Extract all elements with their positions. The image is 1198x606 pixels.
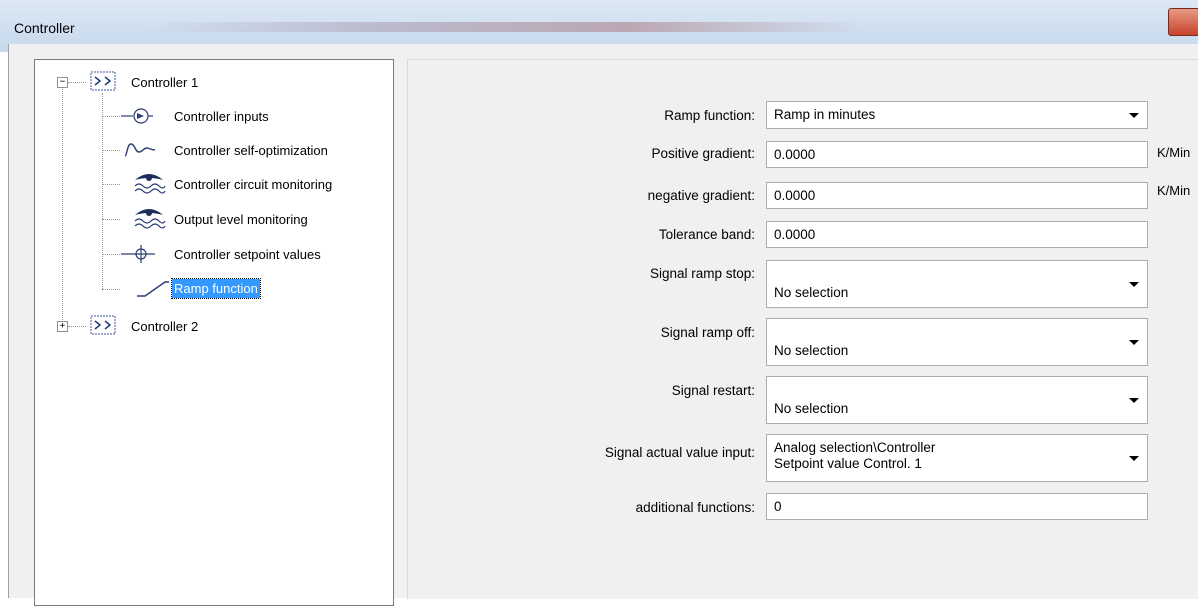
controller-icon <box>90 71 116 91</box>
positive-gradient-value: 0.0000 <box>774 147 816 162</box>
positive-gradient-input[interactable]: 0.0000 <box>766 141 1148 168</box>
tree-item-label: Controller self-optimization <box>174 142 328 158</box>
tree-item-controller-inputs[interactable]: Controller inputs <box>174 105 269 127</box>
positive-gradient-unit: K/Min <box>1157 145 1191 160</box>
tolerance-band-value: 0.0000 <box>774 227 816 242</box>
signal-ramp-off-select[interactable]: No selection <box>766 318 1148 366</box>
signal-actual-value-input-select[interactable]: Analog selection\Controller Setpoint val… <box>766 434 1148 482</box>
signal-actual-value-line2: Setpoint value Control. 1 <box>774 456 922 471</box>
signal-ramp-off-label: Signal ramp off: <box>660 325 755 340</box>
tree-connector <box>68 82 86 83</box>
tree-connector <box>62 86 63 326</box>
negative-gradient-input[interactable]: 0.0000 <box>766 182 1148 209</box>
signal-actual-value-text: Analog selection\Controller Setpoint val… <box>774 440 935 472</box>
ramp-function-value: Ramp in minutes <box>774 107 876 122</box>
chevron-down-icon <box>1129 113 1139 118</box>
signal-actual-value-input-label: Signal actual value input: <box>604 445 755 460</box>
collapse-toggle[interactable]: − <box>57 77 68 88</box>
chevron-down-icon <box>1129 340 1139 345</box>
eye-wave-icon <box>134 174 166 194</box>
tree-connector <box>102 289 120 290</box>
tree-item-ramp-function[interactable]: Ramp function <box>171 277 261 299</box>
chevron-down-icon <box>1129 456 1139 461</box>
tree-item-label: Output level monitoring <box>174 211 308 227</box>
tree-item-label: Controller 2 <box>131 318 199 334</box>
tree-item-label: Controller 1 <box>131 74 199 90</box>
negative-gradient-unit: K/Min <box>1157 183 1191 198</box>
chevron-down-icon <box>1129 282 1139 287</box>
tree-item-controller-self-optimization[interactable]: Controller self-optimization <box>174 139 328 161</box>
signal-ramp-stop-select[interactable]: No selection <box>766 260 1148 308</box>
additional-functions-input[interactable]: 0 <box>766 493 1148 520</box>
negative-gradient-value: 0.0000 <box>774 188 816 203</box>
controller-icon <box>90 315 116 335</box>
window-title: Controller <box>14 20 75 36</box>
tree-item-controller-circuit-monitoring[interactable]: Controller circuit monitoring <box>174 173 332 195</box>
tree-item-label: Controller circuit monitoring <box>174 176 333 192</box>
tolerance-band-input[interactable]: 0.0000 <box>766 221 1148 248</box>
input-icon <box>121 108 153 124</box>
ramp-function-select[interactable]: Ramp in minutes <box>766 101 1148 129</box>
positive-gradient-label: Positive gradient: <box>651 146 755 161</box>
tree-connector <box>68 326 86 327</box>
navigation-tree[interactable]: − Controller 1 Controller inputs Control… <box>34 59 394 606</box>
tree-connector <box>102 219 120 220</box>
tree-item-controller-setpoint-values[interactable]: Controller setpoint values <box>174 243 321 265</box>
signal-ramp-off-value: No selection <box>774 343 849 358</box>
negative-gradient-label: negative gradient: <box>647 188 755 203</box>
tolerance-band-label: Tolerance band: <box>658 227 755 242</box>
eye-wave-icon <box>134 209 166 229</box>
additional-functions-value: 0 <box>774 499 782 514</box>
tree-connector <box>102 116 120 117</box>
tree-connector <box>102 254 120 255</box>
signal-ramp-stop-label: Signal ramp stop: <box>649 266 755 281</box>
tree-connector <box>102 184 120 185</box>
tree-connector <box>102 150 120 151</box>
tree-item-label: Ramp function <box>171 277 261 299</box>
additional-functions-label: additional functions: <box>635 500 755 515</box>
crosshair-icon <box>121 245 155 263</box>
tree-item-label: Controller inputs <box>174 108 269 124</box>
close-button[interactable] <box>1168 8 1198 36</box>
signal-ramp-stop-value: No selection <box>774 285 849 300</box>
signal-restart-label: Signal restart: <box>671 383 755 398</box>
wave-icon <box>124 143 156 157</box>
ramp-icon <box>137 281 169 297</box>
signal-restart-value: No selection <box>774 401 849 416</box>
tree-item-label: Controller setpoint values <box>174 246 321 262</box>
tree-connector <box>102 93 103 289</box>
expand-toggle[interactable]: + <box>57 321 68 332</box>
signal-restart-select[interactable]: No selection <box>766 376 1148 424</box>
ramp-function-label: Ramp function: <box>664 108 755 123</box>
signal-actual-value-line1: Analog selection\Controller <box>774 440 936 455</box>
chevron-down-icon <box>1129 398 1139 403</box>
tree-item-controller-2[interactable]: Controller 2 <box>131 315 198 337</box>
tree-item-controller-1[interactable]: Controller 1 <box>131 71 198 93</box>
title-blur <box>140 22 870 32</box>
tree-item-output-level-monitoring[interactable]: Output level monitoring <box>174 208 308 230</box>
